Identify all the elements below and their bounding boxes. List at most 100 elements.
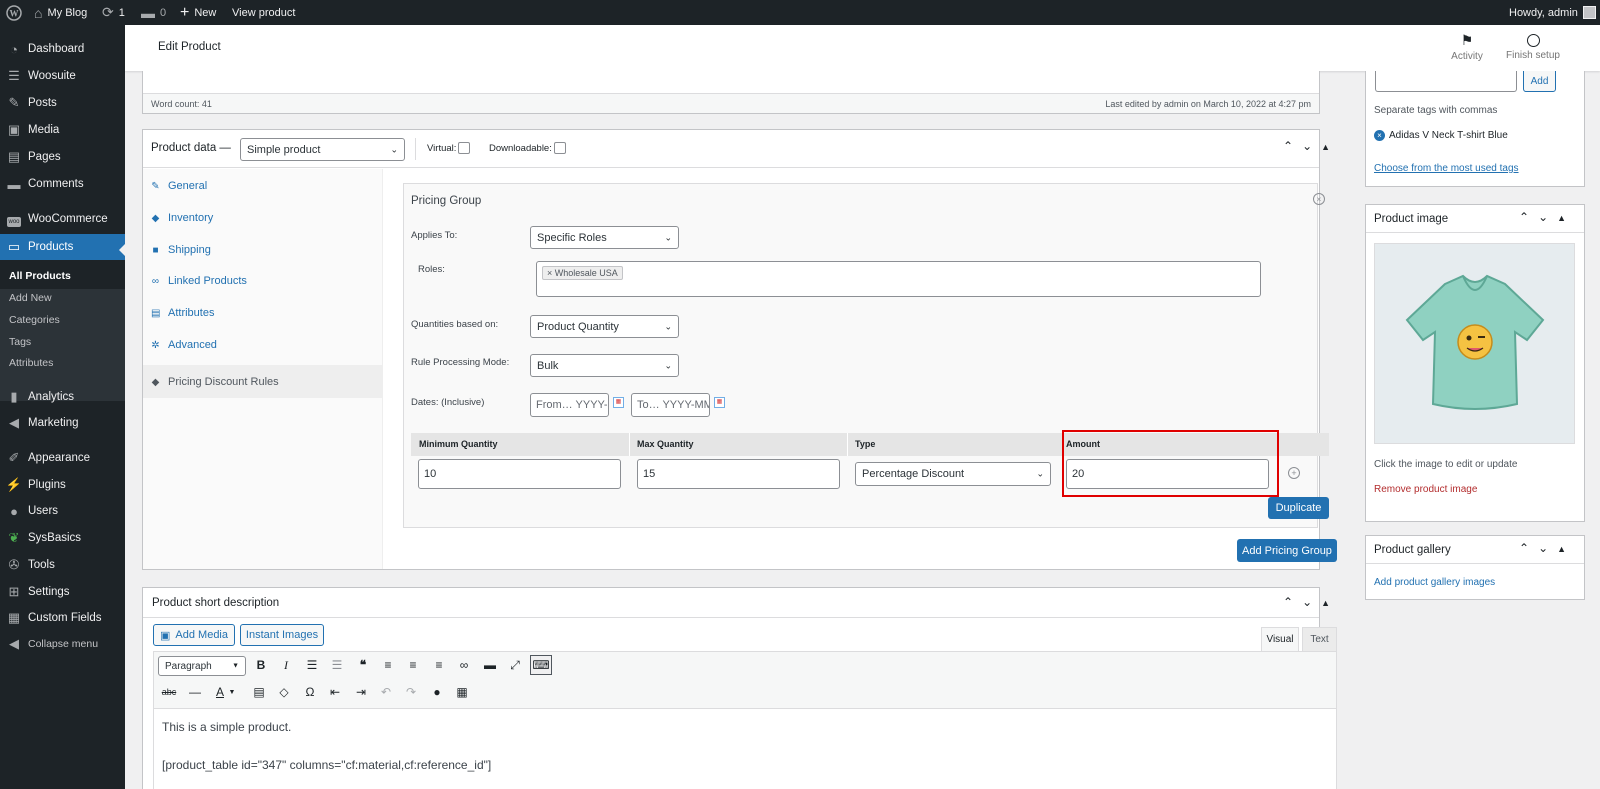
qty-based-select[interactable]: Product Quantity ⌄ <box>530 315 679 338</box>
chevron-up-icon[interactable]: ⌃ <box>1283 595 1293 609</box>
sidebar-item-pages[interactable]: ▤ Pages <box>0 144 125 170</box>
max-quantity-input[interactable]: 15 <box>637 459 840 489</box>
format-select[interactable]: Paragraph ▼ <box>158 656 246 676</box>
add-tag-button[interactable]: Add <box>1523 71 1556 92</box>
discount-type-select[interactable]: Percentage Discount ⌄ <box>855 462 1051 486</box>
paste-text-icon[interactable]: ▤ <box>248 682 270 702</box>
chevron-up-icon[interactable]: ⌃ <box>1519 541 1529 555</box>
sidebar-item-appearance[interactable]: ✐ Appearance <box>0 445 125 471</box>
help-icon[interactable]: ● <box>426 682 448 702</box>
sidebar-item-plugins[interactable]: ⚡ Plugins <box>0 472 125 498</box>
date-to-input[interactable]: To… YYYY-MM-DD <box>631 393 710 417</box>
sidebar-item-custom-fields[interactable]: ▦ Custom Fields <box>0 605 125 631</box>
short-description-editor[interactable]: This is a simple product. [product_table… <box>153 709 1337 789</box>
tab-advanced[interactable]: ✲ Advanced <box>151 339 217 351</box>
tab-linked-products[interactable]: ∞ Linked Products <box>151 275 247 287</box>
add-pricing-group-button[interactable]: Add Pricing Group <box>1237 539 1337 562</box>
sidebar-item-analytics[interactable]: ▮ Analytics <box>0 384 125 410</box>
remove-group-icon[interactable]: × <box>1313 193 1325 205</box>
product-image[interactable] <box>1374 243 1575 444</box>
finish-setup-button[interactable]: Finish setup <box>1503 32 1563 61</box>
view-product-link[interactable]: View product <box>232 0 295 25</box>
horizontal-line-icon[interactable]: — <box>184 682 206 702</box>
sidebar-item-media[interactable]: ▣ Media <box>0 117 125 143</box>
virtual-checkbox[interactable] <box>458 142 471 154</box>
submenu-add-new[interactable]: Add New <box>9 292 52 304</box>
italic-icon[interactable]: I <box>275 655 297 675</box>
clear-formatting-icon[interactable]: ◇ <box>273 682 295 702</box>
tag-input[interactable] <box>1375 71 1517 92</box>
tab-pricing-discount-rules[interactable]: ◆ Pricing Discount Rules <box>151 376 279 388</box>
align-left-icon[interactable]: ≡ <box>377 655 399 675</box>
calendar-icon[interactable]: ▦ <box>714 397 725 408</box>
roles-field[interactable]: × Wholesale USA <box>536 261 1261 297</box>
indent-icon[interactable]: ⇥ <box>350 682 372 702</box>
activity-button[interactable]: ⚑ Activity <box>1441 32 1493 62</box>
caret-down-icon[interactable]: ▼ <box>226 682 238 702</box>
submenu-all-products[interactable]: All Products <box>9 270 71 282</box>
add-media-button[interactable]: ▣ Add Media <box>153 624 235 646</box>
fullscreen-icon[interactable]: ⤢ <box>504 655 526 675</box>
undo-icon[interactable]: ↶ <box>375 682 397 702</box>
sidebar-item-marketing[interactable]: ◀ Marketing <box>0 410 125 436</box>
add-gallery-images-link[interactable]: Add product gallery images <box>1374 577 1495 588</box>
chevron-down-icon[interactable]: ⌄ <box>1538 210 1548 224</box>
role-token[interactable]: × Wholesale USA <box>542 266 623 280</box>
remove-product-image-link[interactable]: Remove product image <box>1374 484 1477 495</box>
remove-tag-icon[interactable]: × <box>1374 130 1385 141</box>
sidebar-item-sysbasics[interactable]: ❦ SysBasics <box>0 525 125 551</box>
align-center-icon[interactable]: ≡ <box>402 655 424 675</box>
redo-icon[interactable]: ↷ <box>400 682 422 702</box>
mode-select[interactable]: Bulk ⌄ <box>530 354 679 377</box>
site-name-link[interactable]: ⌂ My Blog <box>34 0 87 25</box>
product-type-select[interactable]: Simple product ⌄ <box>240 138 405 161</box>
tab-general[interactable]: ✎ General <box>151 180 207 192</box>
chevron-up-icon[interactable]: ⌃ <box>1519 210 1529 224</box>
link-icon[interactable]: ∞ <box>453 655 475 675</box>
blockquote-icon[interactable]: ❝ <box>352 655 374 675</box>
downloadable-checkbox[interactable] <box>553 142 566 154</box>
sidebar-item-users[interactable]: ● Users <box>0 498 125 524</box>
duplicate-button[interactable]: Duplicate <box>1268 497 1329 519</box>
bullet-list-icon[interactable]: ☰ <box>301 655 323 675</box>
strikethrough-icon[interactable]: abc <box>158 682 180 702</box>
tab-shipping[interactable]: ■ Shipping <box>151 244 210 256</box>
sidebar-item-woocommerce[interactable]: woo WooCommerce <box>0 206 125 232</box>
submenu-tags[interactable]: Tags <box>9 336 31 348</box>
tab-text[interactable]: Text <box>1302 627 1337 651</box>
tab-visual[interactable]: Visual <box>1261 627 1299 651</box>
new-content-link[interactable]: + New <box>180 0 216 25</box>
sidebar-item-products[interactable]: ▭ Products <box>0 234 125 260</box>
applies-to-select[interactable]: Specific Roles ⌄ <box>530 226 679 249</box>
sidebar-item-woosuite[interactable]: ☰ Woosuite <box>0 63 125 89</box>
most-used-tags-link[interactable]: Choose from the most used tags <box>1374 163 1519 174</box>
tab-inventory[interactable]: ◆ Inventory <box>151 212 214 224</box>
chevron-down-icon[interactable]: ⌄ <box>1302 595 1312 609</box>
collapse-menu-button[interactable]: ◀ Collapse menu <box>0 631 125 657</box>
add-row-icon[interactable]: + <box>1288 467 1300 479</box>
align-right-icon[interactable]: ≡ <box>428 655 450 675</box>
caret-up-icon[interactable]: ▲ <box>1321 598 1330 609</box>
toolbar-toggle-icon[interactable]: ⌨ <box>530 655 552 675</box>
chevron-down-icon[interactable]: ⌄ <box>1302 139 1312 153</box>
chevron-up-icon[interactable]: ⌃ <box>1283 139 1293 153</box>
sidebar-item-settings[interactable]: ⊞ Settings <box>0 579 125 605</box>
bold-icon[interactable]: B <box>250 655 272 675</box>
calendar-icon[interactable]: ▦ <box>613 397 624 408</box>
wordpress-logo-icon[interactable]: W <box>6 0 22 25</box>
caret-up-icon[interactable]: ▲ <box>1557 213 1566 224</box>
submenu-categories[interactable]: Categories <box>9 314 60 326</box>
editor-area[interactable] <box>143 71 1319 93</box>
instant-images-button[interactable]: Instant Images <box>240 624 324 646</box>
sidebar-item-tools[interactable]: ✇ Tools <box>0 552 125 578</box>
caret-up-icon[interactable]: ▲ <box>1321 142 1330 153</box>
chevron-down-icon[interactable]: ⌄ <box>1538 541 1548 555</box>
caret-up-icon[interactable]: ▲ <box>1557 544 1566 555</box>
sidebar-item-comments[interactable]: ▬ Comments <box>0 171 125 197</box>
read-more-icon[interactable]: ▬ <box>479 655 501 675</box>
table-icon[interactable]: ▦ <box>451 682 473 702</box>
outdent-icon[interactable]: ⇤ <box>324 682 346 702</box>
sidebar-item-posts[interactable]: ✎ Posts <box>0 90 125 116</box>
min-quantity-input[interactable]: 10 <box>418 459 621 489</box>
comments-link[interactable]: ▬ 0 <box>141 0 166 25</box>
